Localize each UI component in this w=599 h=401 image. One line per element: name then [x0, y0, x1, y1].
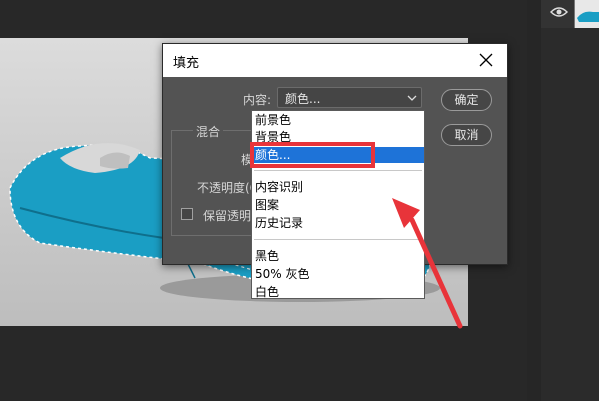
content-label: 内容:	[243, 93, 272, 107]
cancel-button[interactable]: 取消	[441, 124, 492, 146]
chevron-down-icon	[407, 95, 417, 101]
layer-thumbnail[interactable]	[574, 0, 599, 28]
layer-thumbnail-image	[577, 11, 599, 22]
blend-group-title: 混合	[193, 123, 224, 140]
panel-gutter	[527, 0, 541, 401]
ok-button[interactable]: 确定	[441, 89, 492, 111]
red-arrow-annotation	[392, 198, 463, 329]
highlight-box	[250, 142, 375, 168]
dropdown-item-foreground[interactable]: 前景色	[252, 112, 424, 128]
preserve-transparency-checkbox[interactable]	[181, 208, 193, 220]
dialog-title: 填充	[173, 56, 200, 71]
content-select-value: 颜色...	[285, 92, 321, 106]
dropdown-separator	[254, 170, 422, 171]
close-icon[interactable]	[479, 53, 493, 67]
content-select[interactable]: 颜色...	[277, 87, 422, 108]
eye-icon[interactable]	[550, 5, 568, 19]
dialog-titlebar[interactable]	[163, 44, 507, 77]
